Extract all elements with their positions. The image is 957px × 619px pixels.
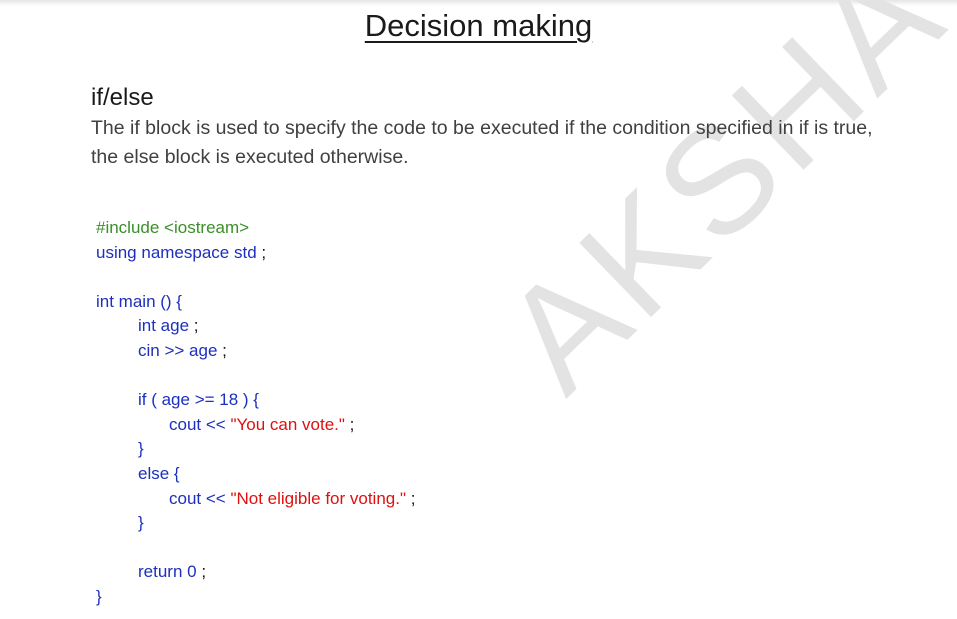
section-heading: if/else (91, 84, 154, 111)
code-line-include: #include <iostream> (96, 218, 250, 237)
watermark-text: AKSHA (471, 0, 957, 423)
code-block: #include <iostream> using namespace std … (96, 216, 415, 610)
code-line-cout-vote: cout << "You can vote." ; (169, 414, 355, 434)
code-line-else: else { (138, 463, 180, 483)
code-line-cin: cin >> age ; (138, 340, 227, 360)
code-line-close-else: } (138, 513, 144, 533)
code-line-declaration: int age ; (138, 316, 199, 336)
code-line-cout-not-eligible: cout << "Not eligible for voting." ; (169, 488, 416, 508)
code-line-return: return 0 ; (138, 562, 207, 582)
code-line-close-main: } (96, 586, 102, 606)
page-title: Decision making (364, 8, 593, 43)
code-line-using: using namespace std ; (96, 242, 267, 262)
section-description: The if block is used to specify the code… (91, 117, 873, 168)
code-line-close-if: } (138, 439, 144, 459)
code-line-if: if ( age >= 18 ) { (138, 390, 259, 410)
code-line-main: int main () { (96, 291, 182, 311)
page-top-shadow (0, 0, 957, 6)
